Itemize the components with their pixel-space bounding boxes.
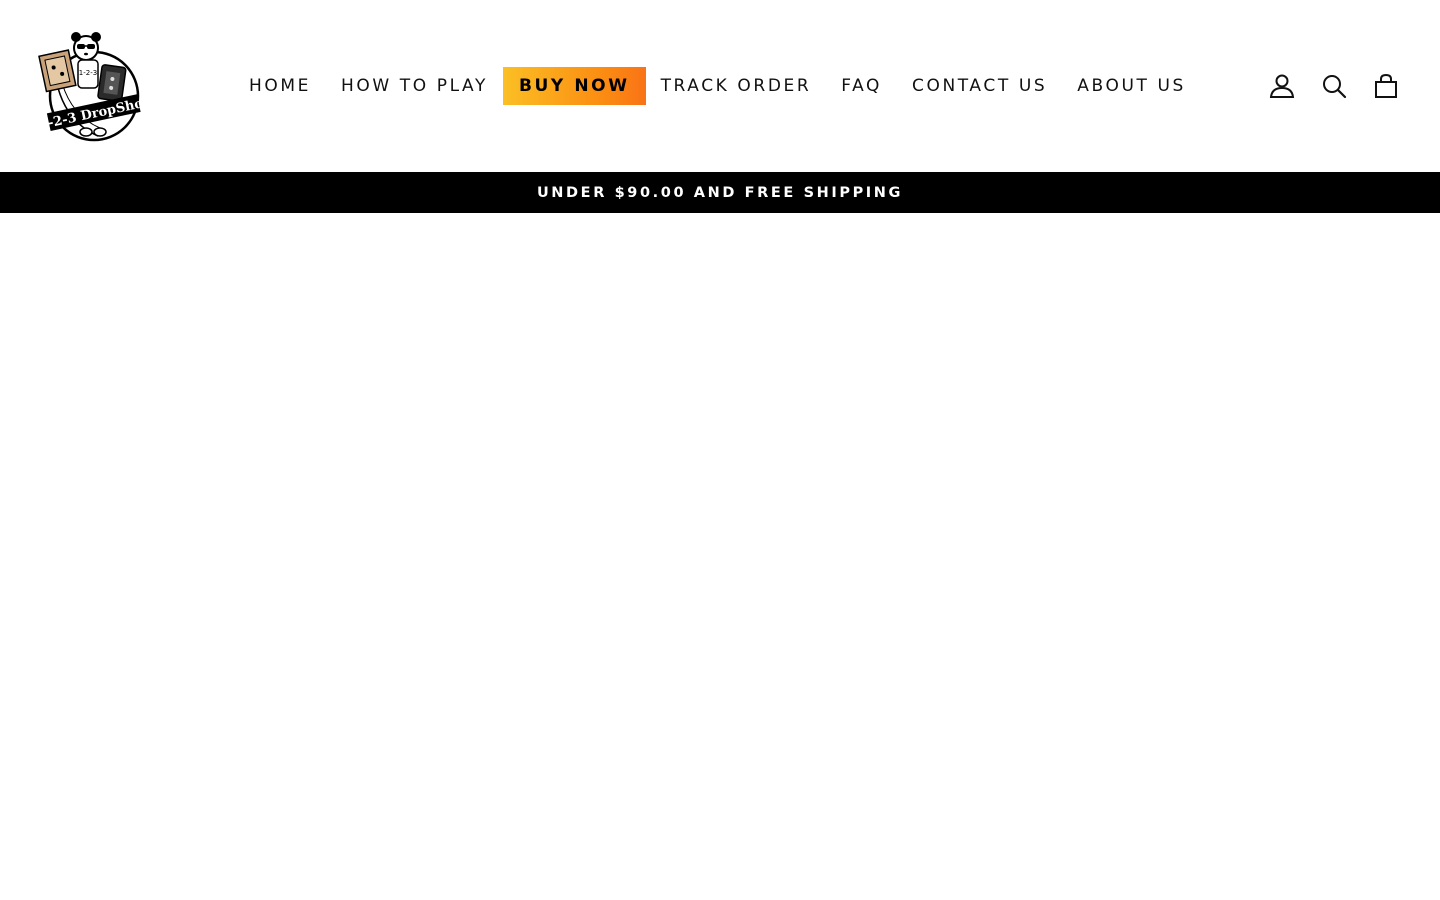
nav-buy-now-button[interactable]: BUY NOW — [502, 67, 646, 105]
site-header: 1-2-3 1-2-3 DropShot HOME HOW TO PLAY BU… — [0, 0, 1440, 172]
user-icon — [1269, 74, 1295, 98]
nav-home[interactable]: HOME — [234, 67, 326, 105]
announcement-bar: UNDER $90.00 AND FREE SHIPPING — [0, 172, 1440, 213]
search-icon — [1323, 75, 1347, 99]
bag-icon — [1375, 73, 1397, 98]
main-content — [0, 213, 1440, 900]
nav-contact-us[interactable]: CONTACT US — [897, 67, 1062, 105]
nav-about-us[interactable]: ABOUT US — [1062, 67, 1201, 105]
search-button[interactable] — [1320, 72, 1348, 100]
account-button[interactable] — [1268, 72, 1296, 100]
main-nav: HOME HOW TO PLAY BUY NOW TRACK ORDER FAQ… — [234, 67, 1201, 105]
logo-badge-text: 1-2-3 — [79, 69, 97, 77]
nav-faq[interactable]: FAQ — [826, 67, 897, 105]
brand-logo[interactable]: 1-2-3 1-2-3 DropShot — [38, 28, 144, 144]
header-icons — [1268, 72, 1400, 100]
nav-how-to-play[interactable]: HOW TO PLAY — [326, 67, 503, 105]
nav-track-order[interactable]: TRACK ORDER — [646, 67, 827, 105]
cart-button[interactable] — [1372, 72, 1400, 100]
announcement-text: UNDER $90.00 AND FREE SHIPPING — [536, 184, 904, 201]
